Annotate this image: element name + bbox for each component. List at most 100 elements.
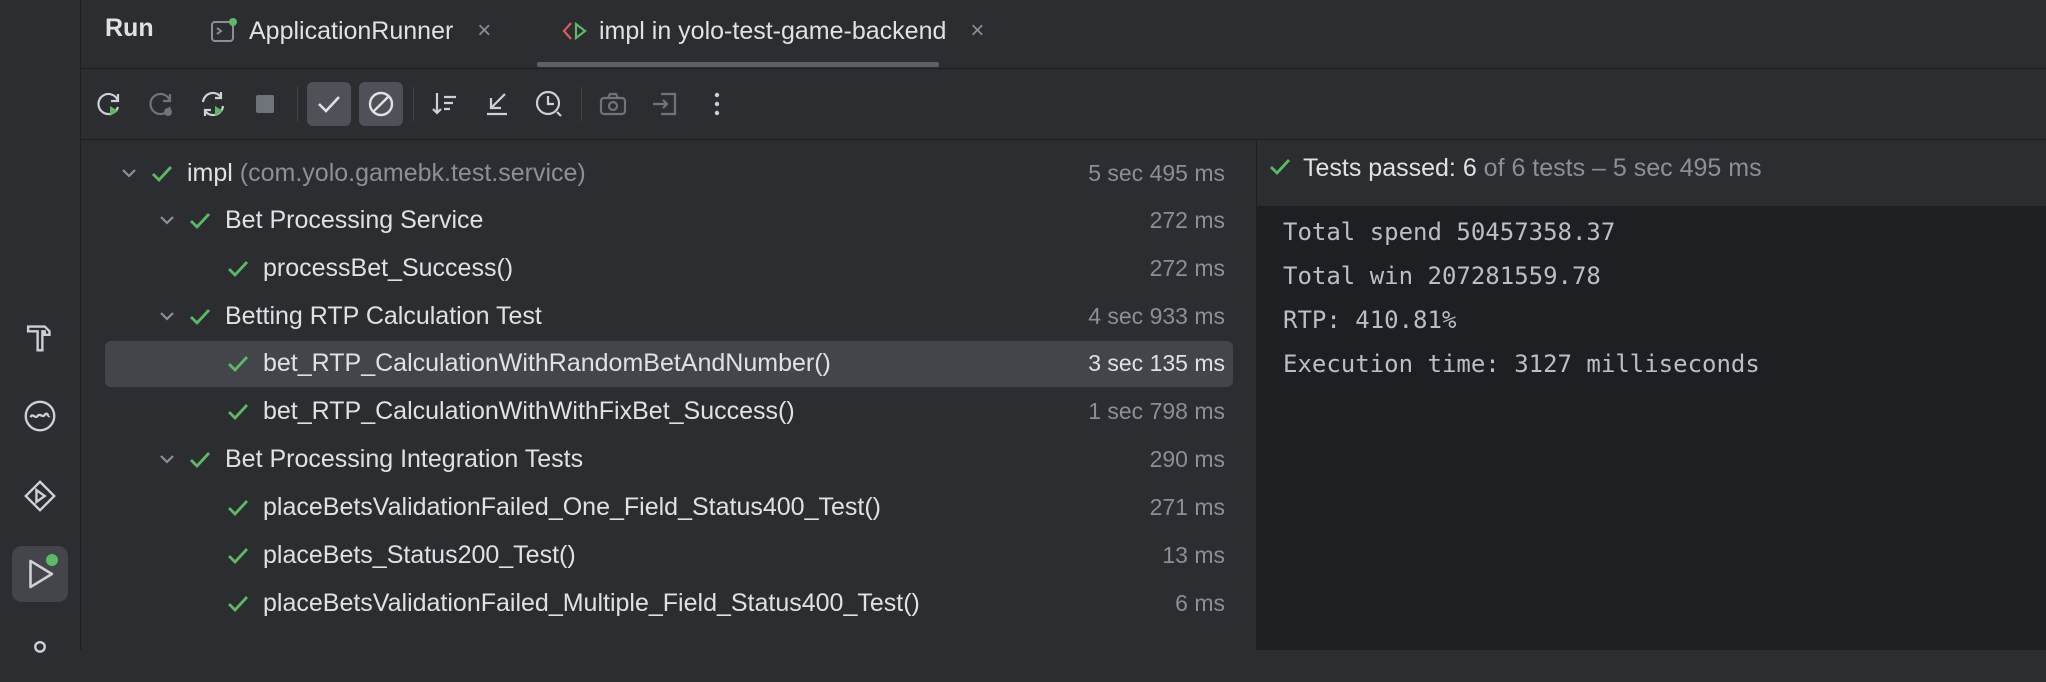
import-button[interactable] <box>643 82 687 126</box>
junit-test-icon <box>562 21 587 41</box>
tree-node-test[interactable]: placeBets_Status200_Test() 13 ms <box>105 533 1233 579</box>
tree-node-label: bet_RTP_CalculationWithRandomBetAndNumbe… <box>263 349 831 377</box>
hammer-icon <box>26 325 51 352</box>
tree-node-test[interactable]: placeBetsValidationFailed_One_Field_Stat… <box>105 485 1233 531</box>
stop-icon <box>256 95 274 113</box>
tree-node-label: Bet Processing Integration Tests <box>225 445 584 473</box>
history-button[interactable] <box>527 82 571 126</box>
console-line: Total spend 50457358.37 <box>1283 218 1616 246</box>
test-passed-icon <box>228 596 249 613</box>
history-icon <box>535 90 562 117</box>
tree-node-label: Betting RTP Calculation Test <box>225 302 542 330</box>
test-passed-icon <box>190 452 211 469</box>
tree-node-class[interactable]: Betting RTP Calculation Test 4 sec 933 m… <box>105 294 1233 340</box>
toggle-auto-test-icon <box>201 91 225 117</box>
tree-node-label: processBet_Success() <box>263 254 514 282</box>
tab-label: impl in yolo-test-game-backend <box>599 16 947 45</box>
camera-icon <box>599 92 627 116</box>
tree-node-class[interactable]: Bet Processing Integration Tests 290 ms <box>105 437 1233 483</box>
services-button[interactable] <box>12 388 68 444</box>
tree-node-label: placeBets_Status200_Test() <box>263 541 576 569</box>
more-options-button[interactable] <box>695 82 739 126</box>
duration: 272 ms <box>1149 207 1225 233</box>
test-toolbar <box>81 69 2046 140</box>
status-suffix: of 6 tests – 5 sec 495 ms <box>1476 154 1762 182</box>
toolbar-separator <box>581 87 582 121</box>
chevron-down-icon[interactable] <box>155 304 179 328</box>
test-passed-icon <box>190 213 211 230</box>
rerun-failed-button[interactable] <box>139 82 183 126</box>
tab-impl[interactable]: impl in yolo-test-game-backend × <box>559 0 984 62</box>
services-icon <box>24 400 56 432</box>
chevron-down-icon[interactable] <box>117 161 141 185</box>
test-passed-icon <box>228 261 249 278</box>
duration: 13 ms <box>1162 542 1225 568</box>
vcs-icon <box>34 640 46 653</box>
tree-node-test-selected[interactable]: bet_RTP_CalculationWithRandomBetAndNumbe… <box>105 341 1233 387</box>
test-passed-icon <box>152 166 173 183</box>
sort-button[interactable] <box>423 82 467 126</box>
test-passed-icon <box>1270 159 1291 176</box>
duration: 272 ms <box>1149 255 1225 281</box>
test-passed-icon <box>228 404 249 421</box>
toggle-auto-test-button[interactable] <box>191 82 235 126</box>
test-results-tree: impl (com.yolo.gamebk.test.service) 5 se… <box>81 140 1255 650</box>
checkmark-icon <box>318 96 340 113</box>
collapse-all-button[interactable] <box>475 82 519 126</box>
more-options-icon <box>714 92 720 116</box>
tree-node-test[interactable]: processBet_Success() 272 ms <box>105 246 1233 292</box>
git-button[interactable] <box>12 626 68 682</box>
console-line: Execution time: 3127 milliseconds <box>1283 350 1760 378</box>
tree-node-test[interactable]: bet_RTP_CalculationWithWithFixBet_Succes… <box>105 389 1233 435</box>
rerun-button[interactable] <box>87 82 131 126</box>
tests-passed-summary: Tests passed: 6 of 6 tests – 5 sec 495 m… <box>1303 154 1762 183</box>
show-ignored-toggle[interactable] <box>359 82 403 126</box>
toolbar-separator <box>413 87 414 121</box>
show-passed-toggle[interactable] <box>307 82 351 126</box>
tool-window-strip <box>0 0 81 653</box>
toolbar-separator <box>297 87 298 121</box>
test-passed-icon <box>228 356 249 373</box>
duration: 4 sec 933 ms <box>1088 303 1225 329</box>
console-line: Total win 207281559.78 <box>1283 262 1601 290</box>
ignored-icon <box>368 91 394 117</box>
collapse-all-icon <box>487 93 507 116</box>
duration: 1 sec 798 ms <box>1088 398 1225 424</box>
tree-node-test[interactable]: placeBetsValidationFailed_Multiple_Field… <box>105 581 1233 627</box>
tree-node-label: placeBetsValidationFailed_Multiple_Field… <box>263 589 920 617</box>
run-title: Run <box>105 14 154 42</box>
run-services-icon <box>24 480 56 512</box>
console-line: RTP: 410.81% <box>1283 306 1457 334</box>
tree-node-label: bet_RTP_CalculationWithWithFixBet_Succes… <box>263 397 795 425</box>
console-panel: Tests passed: 6 of 6 tests – 5 sec 495 m… <box>1256 140 2046 650</box>
rerun-failed-icon <box>149 92 172 116</box>
chevron-down-icon[interactable] <box>155 208 179 232</box>
tab-label: ApplicationRunner <box>249 16 454 45</box>
duration: 5 sec 495 ms <box>1088 160 1225 186</box>
application-run-config-icon <box>211 18 237 42</box>
run-tool-window-header: Run ApplicationRunner × impl in yolo-tes… <box>81 0 2046 69</box>
build-button[interactable] <box>12 308 68 364</box>
export-button[interactable] <box>591 82 635 126</box>
package-name: (com.yolo.gamebk.test.service) <box>239 159 586 187</box>
tree-node-class[interactable]: Bet Processing Service 272 ms <box>105 198 1233 244</box>
duration: 290 ms <box>1149 446 1225 472</box>
passed-count: 6 <box>1462 154 1477 182</box>
tab-application-runner[interactable]: ApplicationRunner × <box>209 0 491 62</box>
close-icon[interactable]: × <box>970 17 984 45</box>
stop-button[interactable] <box>243 82 287 126</box>
node-name: impl <box>187 159 233 187</box>
chevron-down-icon[interactable] <box>155 447 179 471</box>
tree-node-label: impl (com.yolo.gamebk.test.service) <box>187 159 586 188</box>
close-icon[interactable]: × <box>477 17 491 45</box>
duration: 3 sec 135 ms <box>1088 350 1225 376</box>
rerun-icon <box>97 92 120 116</box>
test-status-bar: Tests passed: 6 of 6 tests – 5 sec 495 m… <box>1257 140 2046 207</box>
test-passed-icon <box>190 309 211 326</box>
import-icon <box>653 92 677 116</box>
run-tool-button[interactable] <box>12 546 68 602</box>
duration: 6 ms <box>1175 590 1225 616</box>
debug-run-button[interactable] <box>12 468 68 524</box>
tree-node-suite[interactable]: impl (com.yolo.gamebk.test.service) 5 se… <box>105 151 1233 197</box>
status-prefix: Tests passed: <box>1303 154 1463 182</box>
